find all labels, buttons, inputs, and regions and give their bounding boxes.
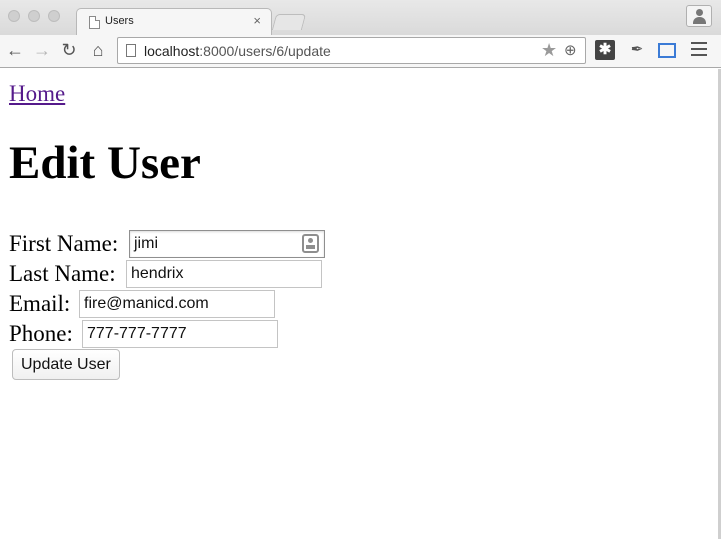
extension-icon[interactable]: ✱ (595, 40, 615, 60)
page-title: Edit User (9, 137, 201, 189)
email-label: Email: (9, 291, 71, 316)
profile-icon[interactable] (686, 5, 712, 27)
update-user-button[interactable]: Update User (12, 349, 120, 380)
screen-capture-icon[interactable] (658, 43, 676, 58)
browser-tab[interactable]: Users × (76, 8, 272, 36)
star-icon[interactable]: ★ (541, 40, 557, 61)
page-icon (126, 44, 136, 57)
page-content: Home Edit User First Name: jimi Last Nam… (0, 69, 718, 539)
menu-icon[interactable] (691, 42, 707, 58)
close-window-button[interactable] (8, 10, 20, 22)
browser-titlebar: Users × (0, 0, 721, 36)
last-name-label: Last Name: (9, 261, 116, 286)
zoom-icon[interactable]: ⊕ (564, 41, 577, 59)
last-name-field[interactable]: hendrix (126, 260, 322, 288)
new-tab-button[interactable] (271, 14, 307, 30)
forward-icon[interactable]: → (31, 38, 53, 62)
first-name-label: First Name: (9, 231, 119, 256)
first-name-field[interactable]: jimi (129, 230, 325, 258)
first-name-value: jimi (134, 235, 158, 252)
tab-title: Users (105, 15, 134, 27)
phone-value: 777-777-7777 (87, 325, 187, 342)
reload-icon[interactable]: ↻ (58, 38, 80, 62)
last-name-value: hendrix (131, 265, 184, 282)
minimize-window-button[interactable] (28, 10, 40, 22)
phone-field[interactable]: 777-777-7777 (82, 320, 278, 348)
zoom-window-button[interactable] (48, 10, 60, 22)
document-icon (89, 16, 100, 29)
back-icon[interactable]: ← (4, 38, 26, 62)
browser-toolbar: ← → ↻ ⌂ localhost:8000/users/6/update ★ … (0, 35, 721, 68)
url-text[interactable]: localhost:8000/users/6/update (144, 43, 331, 59)
tab-close-icon[interactable]: × (253, 13, 261, 28)
address-bar[interactable]: localhost:8000/users/6/update ★ ⊕ (117, 37, 586, 64)
email-value: fire@manicd.com (84, 295, 209, 312)
eyedropper-icon[interactable]: ✒ (627, 40, 647, 60)
contact-card-icon[interactable] (302, 234, 319, 253)
phone-label: Phone: (9, 321, 73, 346)
email-field[interactable]: fire@manicd.com (79, 290, 275, 318)
home-link[interactable]: Home (9, 81, 65, 107)
home-icon[interactable]: ⌂ (87, 38, 109, 62)
